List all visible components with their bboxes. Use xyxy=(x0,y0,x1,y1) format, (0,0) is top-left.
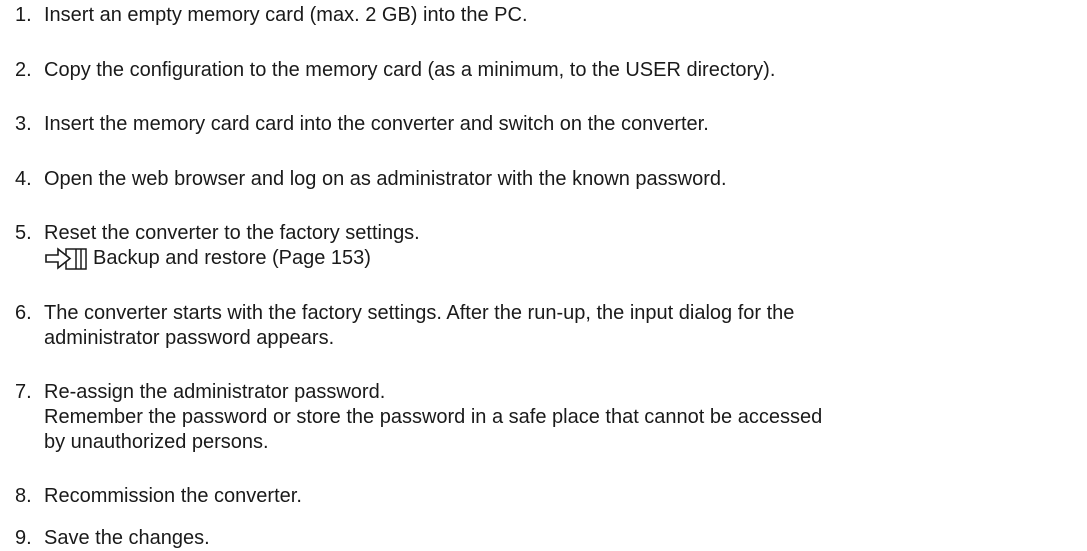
step-line: Copy the configuration to the memory car… xyxy=(44,59,776,81)
step-1: 1. Insert an empty memory card (max. 2 G… xyxy=(15,3,1080,28)
procedure-steps: 1. Insert an empty memory card (max. 2 G… xyxy=(0,0,1087,549)
step-number: 5. xyxy=(15,222,32,244)
step-line: Recommission the converter. xyxy=(44,485,302,507)
step-number: 9. xyxy=(15,527,32,549)
step-6: 6. The converter starts with the factory… xyxy=(15,301,1080,351)
step-line: Remember the password or store the passw… xyxy=(44,406,823,428)
step-line: The converter starts with the factory se… xyxy=(44,302,795,324)
step-number: 4. xyxy=(15,168,32,190)
step-line: Reset the converter to the factory setti… xyxy=(44,222,420,244)
cross-reference-arrow-icon xyxy=(44,246,89,271)
cross-reference[interactable]: Backup and restore (Page 153) xyxy=(44,246,1080,271)
step-text: Re-assign the administrator password. Re… xyxy=(44,380,1080,455)
step-number: 6. xyxy=(15,302,32,324)
step-number: 3. xyxy=(15,113,32,135)
step-line: Open the web browser and log on as admin… xyxy=(44,168,727,190)
step-number: 7. xyxy=(15,381,32,403)
step-text: Reset the converter to the factory setti… xyxy=(44,221,1080,271)
step-number: 1. xyxy=(15,4,32,26)
step-3: 3. Insert the memory card card into the … xyxy=(15,112,1080,137)
step-text: Save the changes. xyxy=(44,526,1080,551)
step-line: by unauthorized persons. xyxy=(44,431,269,453)
step-5: 5. Reset the converter to the factory se… xyxy=(15,221,1080,271)
step-line: Re-assign the administrator password. xyxy=(44,381,386,403)
step-4: 4. Open the web browser and log on as ad… xyxy=(15,167,1080,192)
step-line: Insert the memory card card into the con… xyxy=(44,113,709,135)
step-text: Insert an empty memory card (max. 2 GB) … xyxy=(44,3,1080,28)
step-line: administrator password appears. xyxy=(44,327,335,349)
step-text: Copy the configuration to the memory car… xyxy=(44,58,1080,83)
step-text: The converter starts with the factory se… xyxy=(44,301,1080,351)
step-text: Recommission the converter. xyxy=(44,484,1080,509)
step-8: 8. Recommission the converter. xyxy=(15,484,1080,509)
step-2: 2. Copy the configuration to the memory … xyxy=(15,58,1080,83)
cross-reference-link[interactable]: Backup and restore (Page 153) xyxy=(93,246,371,271)
step-number: 2. xyxy=(15,59,32,81)
step-line: Save the changes. xyxy=(44,527,210,549)
step-9: 9. Save the changes. xyxy=(15,526,1080,551)
step-7: 7. Re-assign the administrator password.… xyxy=(15,380,1080,455)
step-text: Open the web browser and log on as admin… xyxy=(44,167,1080,192)
step-text: Insert the memory card card into the con… xyxy=(44,112,1080,137)
step-number: 8. xyxy=(15,485,32,507)
step-line: Insert an empty memory card (max. 2 GB) … xyxy=(44,4,528,26)
